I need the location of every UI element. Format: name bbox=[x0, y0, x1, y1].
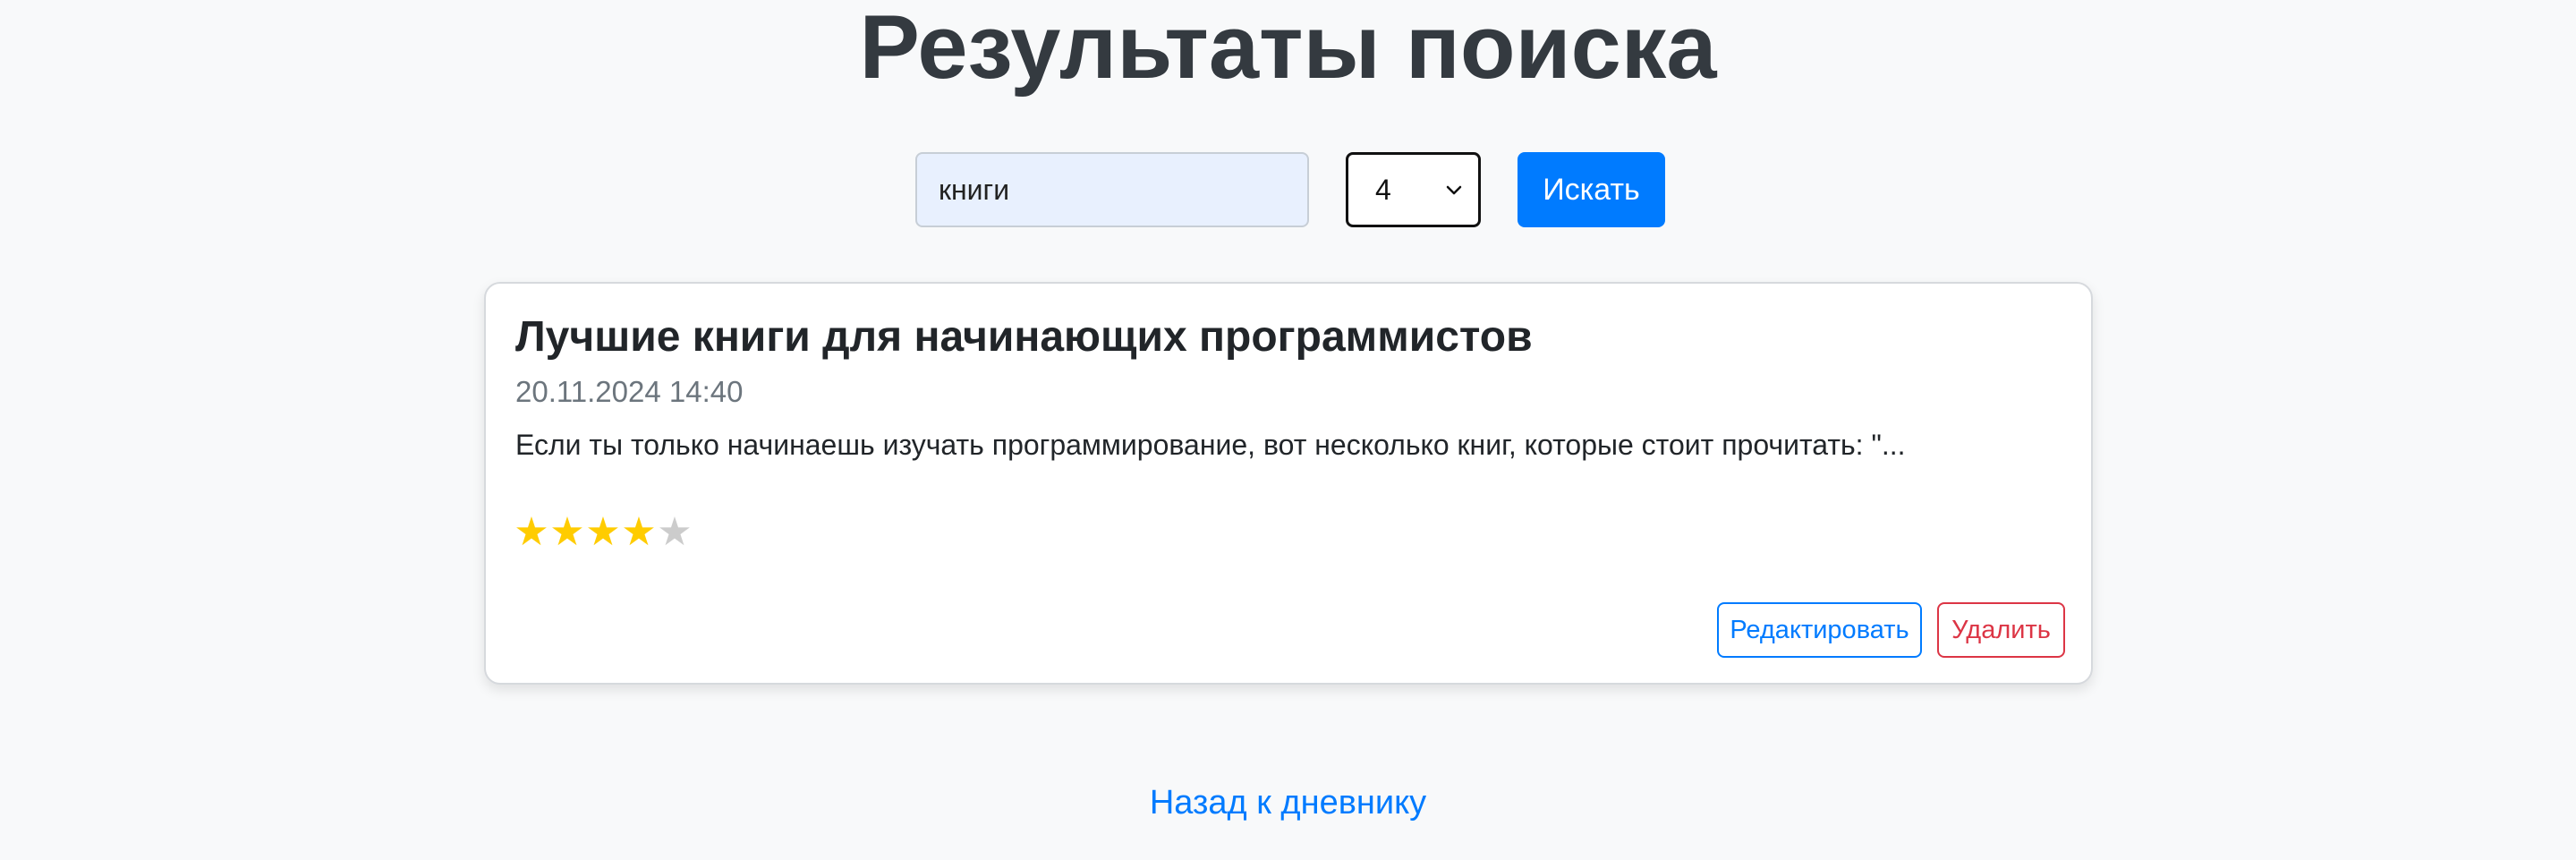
chevron-down-icon bbox=[1446, 185, 1462, 195]
search-input[interactable] bbox=[915, 152, 1309, 227]
star-filled-icon: ★ bbox=[621, 510, 657, 554]
entry-excerpt: Если ты только начинаешь изучать програм… bbox=[515, 429, 1906, 461]
rating-filter-value: 4 bbox=[1375, 173, 1391, 206]
star-filled-icon: ★ bbox=[549, 510, 585, 554]
edit-button[interactable]: Редактировать bbox=[1717, 602, 1922, 658]
star-rating: ★ ★ ★ ★ ★ bbox=[514, 510, 693, 555]
back-link-container: Назад к дневнику bbox=[0, 782, 2576, 823]
result-card: Лучшие книги для начинающих программисто… bbox=[484, 282, 2093, 685]
entry-title: Лучшие книги для начинающих программисто… bbox=[515, 313, 1533, 361]
star-empty-icon: ★ bbox=[657, 510, 693, 554]
star-filled-icon: ★ bbox=[585, 510, 621, 554]
entry-date: 20.11.2024 14:40 bbox=[515, 375, 744, 408]
search-button[interactable]: Искать bbox=[1518, 152, 1665, 227]
search-form: 4 Искать bbox=[915, 152, 1665, 227]
back-to-diary-link[interactable]: Назад к дневнику bbox=[1150, 784, 1426, 822]
search-results-page: Результаты поиска 4 Искать Лучшие книги … bbox=[0, 0, 2576, 860]
delete-button[interactable]: Удалить bbox=[1937, 602, 2065, 658]
page-title: Результаты поиска bbox=[859, 0, 1717, 98]
star-filled-icon: ★ bbox=[514, 510, 549, 554]
rating-filter-select[interactable]: 4 bbox=[1346, 152, 1481, 227]
